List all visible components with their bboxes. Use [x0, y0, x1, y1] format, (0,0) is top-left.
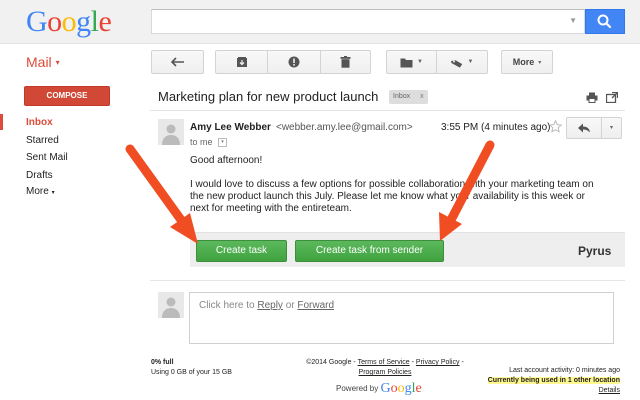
to-me-label: to me — [190, 137, 213, 147]
storage-percent: 0% full — [151, 359, 174, 366]
labels-button[interactable]: ▼ — [437, 50, 488, 74]
copyright: ©2014 Google - — [306, 359, 358, 366]
sender-name[interactable]: Amy Lee Webber — [190, 122, 271, 133]
search-input[interactable]: ▼ — [151, 9, 585, 34]
reply-icon — [578, 123, 590, 133]
top-bar: Google ▼ — [0, 0, 640, 44]
current-use-notice: Currently being used in 1 other location — [487, 377, 620, 384]
sender-avatar[interactable] — [158, 119, 184, 145]
archive-button[interactable] — [215, 50, 268, 74]
reply-prompt-or: or — [282, 300, 298, 311]
recipients-line: to me ▾ — [190, 137, 228, 148]
print-all-button[interactable] — [586, 92, 598, 106]
powered-by-google-logo: Google — [380, 381, 421, 396]
logo-letter: o — [61, 5, 77, 38]
search-options-caret-icon[interactable]: ▼ — [569, 16, 577, 25]
folder-icon — [400, 58, 413, 67]
sidebar-item-more[interactable]: More ▾ — [26, 186, 55, 197]
account-activity: Last account activity: 0 minutes ago Cur… — [470, 366, 620, 396]
create-task-from-sender-button[interactable]: Create task from sender — [295, 240, 444, 262]
logo-letter: e — [98, 5, 112, 38]
program-policies-link[interactable]: Program Policies — [359, 369, 412, 376]
open-in-new-window-button[interactable] — [605, 91, 619, 106]
person-icon — [162, 297, 180, 318]
divider — [150, 110, 625, 111]
sidebar-more-label: More — [26, 186, 49, 197]
logo-letter: o — [47, 5, 62, 38]
message-subject: Marketing plan for new product launch — [158, 89, 379, 104]
powered-logo-letter: o — [397, 381, 405, 396]
mail-caret-icon: ▾ — [55, 58, 60, 67]
sidebar-item-inbox[interactable]: Inbox — [26, 117, 53, 128]
powered-by: Powered by Google — [336, 381, 422, 397]
logo-letter: g — [76, 5, 91, 38]
more-label: More — [512, 57, 535, 67]
delete-icon — [340, 56, 351, 68]
powered-by-label: Powered by — [336, 384, 379, 394]
move-to-button[interactable]: ▼ — [386, 50, 437, 74]
message-time: 3:55 PM (4 minutes ago) — [441, 122, 551, 133]
sender-email: <webber.amy.lee@gmail.com> — [276, 122, 413, 133]
storage-info: 0% full Using 0 GB of your 15 GB — [151, 358, 232, 378]
reply-link[interactable]: Reply — [257, 300, 283, 311]
show-details-caret-icon[interactable]: ▾ — [218, 138, 228, 148]
forward-link[interactable]: Forward — [297, 300, 334, 311]
last-activity: Last account activity: 0 minutes ago — [509, 367, 620, 374]
reply-prompt-prefix: Click here to — [199, 300, 258, 311]
pyrus-brand-label: Pyrus — [578, 244, 612, 258]
more-caret-icon: ▾ — [538, 59, 542, 66]
details-link[interactable]: Details — [599, 387, 620, 394]
more-actions-button[interactable]: More ▾ — [501, 50, 553, 74]
powered-logo-letter: g — [404, 381, 412, 396]
terms-link[interactable]: Terms of Service — [358, 359, 410, 366]
report-spam-button[interactable] — [268, 50, 321, 74]
legal-links: ©2014 Google - Terms of Service - Privac… — [305, 358, 465, 378]
mail-label: Mail — [26, 54, 52, 70]
create-task-button[interactable]: Create task — [196, 240, 287, 262]
labels-caret-icon: ▼ — [467, 59, 474, 65]
my-avatar — [158, 292, 184, 318]
star-icon — [548, 119, 563, 133]
sidebar-item-drafts[interactable]: Drafts — [26, 170, 53, 181]
remove-label-icon[interactable]: x — [420, 93, 424, 100]
person-icon — [162, 124, 180, 145]
reply-input[interactable]: Click here to Reply or Forward — [189, 292, 614, 344]
compose-button[interactable]: COMPOSE — [24, 86, 110, 106]
sidebar-more-caret-icon: ▾ — [51, 190, 55, 196]
mail-switcher[interactable]: Mail ▾ — [26, 54, 60, 70]
powered-logo-letter: G — [380, 381, 391, 396]
new-window-icon — [605, 91, 619, 104]
arrow-left — [125, 144, 198, 244]
message-body: I would love to discuss a few options fo… — [190, 179, 594, 214]
logo-letter: l — [90, 5, 99, 38]
report-spam-icon — [288, 56, 300, 68]
sidebar-item-starred[interactable]: Starred — [26, 135, 59, 146]
powered-logo-letter: e — [415, 381, 422, 396]
google-logo[interactable]: Google — [26, 5, 112, 39]
star-button[interactable] — [548, 119, 563, 136]
logo-letter: G — [26, 5, 48, 38]
more-reply-options-button[interactable]: ▾ — [602, 117, 622, 139]
search-button[interactable] — [585, 9, 625, 34]
storage-usage: Using 0 GB of your 15 GB — [151, 369, 232, 376]
reply-button[interactable] — [566, 117, 602, 139]
message-greeting: Good afternoon! — [190, 155, 263, 166]
inbox-tag-label: Inbox — [393, 93, 411, 100]
delete-button[interactable] — [321, 50, 371, 74]
label-icon — [450, 59, 462, 68]
legal-separator: - — [459, 359, 464, 366]
search-icon — [597, 14, 612, 29]
move-to-caret-icon: ▼ — [417, 59, 423, 65]
back-button[interactable] — [151, 50, 204, 74]
privacy-link[interactable]: Privacy Policy — [416, 359, 460, 366]
inbox-label-tag[interactable]: Inbox x — [389, 90, 428, 104]
archive-icon — [236, 57, 247, 67]
powered-logo-letter: o — [390, 381, 398, 396]
back-icon — [170, 57, 184, 67]
print-icon — [586, 92, 598, 103]
sidebar-item-sent-mail[interactable]: Sent Mail — [26, 152, 68, 163]
inbox-active-indicator — [0, 114, 3, 130]
divider — [150, 280, 625, 281]
